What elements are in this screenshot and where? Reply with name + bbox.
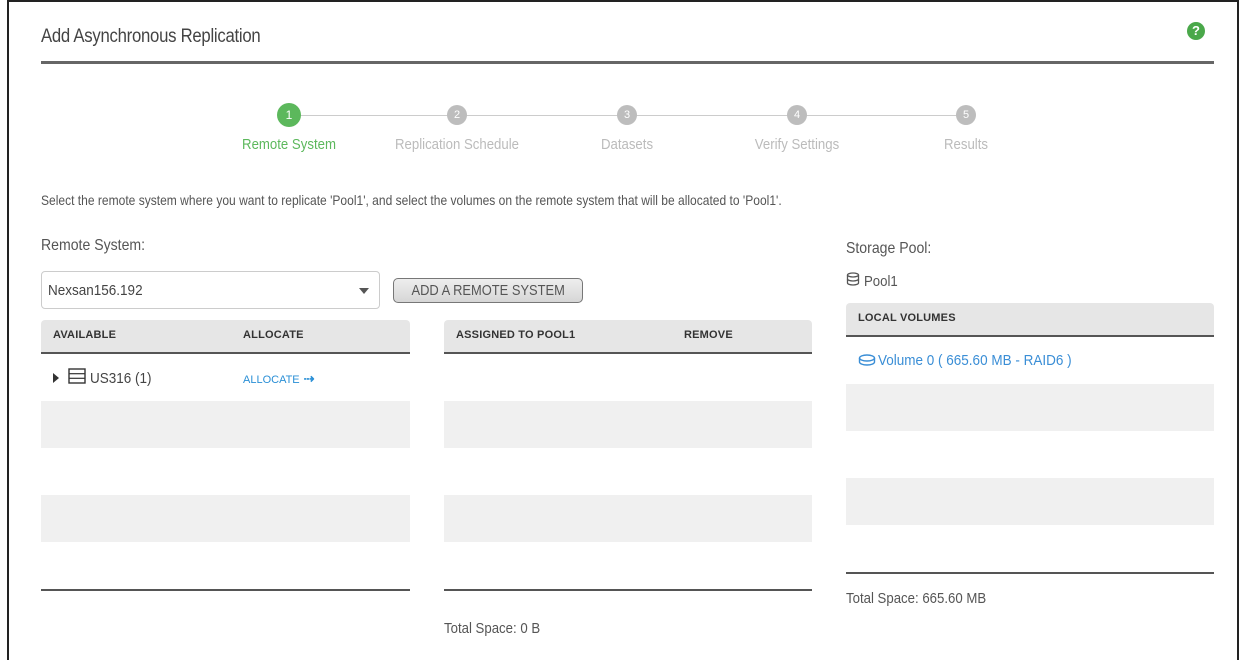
wizard-step-3-label: Datasets — [600, 136, 654, 153]
wizard-step-3-dot: 3 — [617, 105, 637, 125]
table-row — [846, 431, 1214, 478]
table-row — [41, 401, 410, 448]
volume-item[interactable]: Volume 0 ( 665.60 MB - RAID6 ) — [858, 351, 1093, 369]
table-row[interactable]: US316 (1) ALLOCATE ⇢ — [41, 354, 410, 401]
table-row — [444, 401, 812, 448]
local-total-space: Total Space: 665.60 MB — [846, 590, 987, 607]
local-volumes-column-header: LOCAL VOLUMES — [858, 312, 956, 324]
assigned-table: ASSIGNED TO POOL1 REMOVE — [444, 320, 812, 592]
available-table-header: AVAILABLE ALLOCATE — [41, 320, 410, 354]
local-volumes-table: LOCAL VOLUMES Volume 0 ( 665.60 MB - RAI… — [846, 303, 1214, 576]
assigned-total-space: Total Space: 0 B — [444, 620, 541, 637]
wizard-step-2-dot: 2 — [447, 105, 467, 125]
allocate-link[interactable]: ALLOCATE ⇢ — [243, 371, 315, 387]
storage-pool-value: Pool1 — [846, 272, 902, 290]
wizard-step-4-dot: 4 — [787, 105, 807, 125]
allocate-link-label: ALLOCATE — [243, 374, 300, 386]
wizard-step-2-label: Replication Schedule — [394, 136, 520, 153]
wizard-step-5-label: Results — [943, 136, 989, 153]
assigned-table-header: ASSIGNED TO POOL1 REMOVE — [444, 320, 812, 354]
add-remote-system-label: ADD A REMOTE SYSTEM — [411, 282, 565, 299]
remote-system-selected-value: Nexsan156.192 — [48, 282, 143, 299]
table-row — [41, 448, 410, 495]
question-circle-icon[interactable]: ? — [1187, 22, 1205, 40]
add-remote-system-button[interactable]: ADD A REMOTE SYSTEM — [393, 278, 583, 303]
table-row — [444, 542, 812, 589]
caret-down-icon — [359, 288, 369, 294]
table-row — [41, 542, 410, 589]
assigned-table-footer-rule — [444, 589, 812, 591]
instructions-text: Select the remote system where you want … — [41, 192, 782, 208]
database-icon — [846, 272, 860, 290]
volume-item-label: Volume 0 ( 665.60 MB - RAID6 ) — [878, 351, 1072, 369]
available-table-footer-rule — [41, 589, 410, 591]
table-row — [846, 384, 1214, 431]
table-row — [846, 478, 1214, 525]
expand-arrow-icon[interactable] — [53, 373, 59, 383]
table-row — [444, 354, 812, 401]
wizard-step-5-dot: 5 — [956, 105, 976, 125]
dialog-title: Add Asynchronous Replication — [41, 26, 261, 47]
table-row — [41, 495, 410, 542]
local-volumes-footer-rule — [846, 572, 1214, 574]
table-row — [846, 525, 1214, 572]
allocate-column-header: ALLOCATE — [243, 329, 304, 341]
title-divider — [41, 61, 1214, 64]
wizard-step-4-label: Verify Settings — [754, 136, 840, 153]
remote-system-label: Remote System: — [41, 237, 146, 254]
table-row — [444, 495, 812, 542]
disk-icon — [858, 354, 876, 366]
available-item-name: US316 (1) — [90, 369, 152, 387]
pool-name: Pool1 — [864, 272, 898, 290]
wizard-step-1-label: Remote System — [242, 136, 336, 153]
local-volumes-header: LOCAL VOLUMES — [846, 303, 1214, 337]
available-column-header: AVAILABLE — [53, 329, 117, 341]
wizard-step-1-dot: 1 — [277, 103, 301, 127]
remote-system-select[interactable]: Nexsan156.192 — [41, 271, 380, 309]
server-icon — [68, 368, 86, 388]
table-row — [444, 448, 812, 495]
assigned-column-header: ASSIGNED TO POOL1 — [456, 329, 576, 341]
remove-column-header: REMOVE — [684, 329, 733, 341]
storage-pool-label: Storage Pool: — [846, 240, 932, 257]
list-item[interactable]: Volume 0 ( 665.60 MB - RAID6 ) — [846, 337, 1214, 384]
available-table: AVAILABLE ALLOCATE US316 (1) ALLOCATE ⇢ — [41, 320, 410, 592]
double-arrow-right-icon: ⇢ — [303, 371, 315, 386]
available-item[interactable]: US316 (1) — [53, 368, 159, 388]
